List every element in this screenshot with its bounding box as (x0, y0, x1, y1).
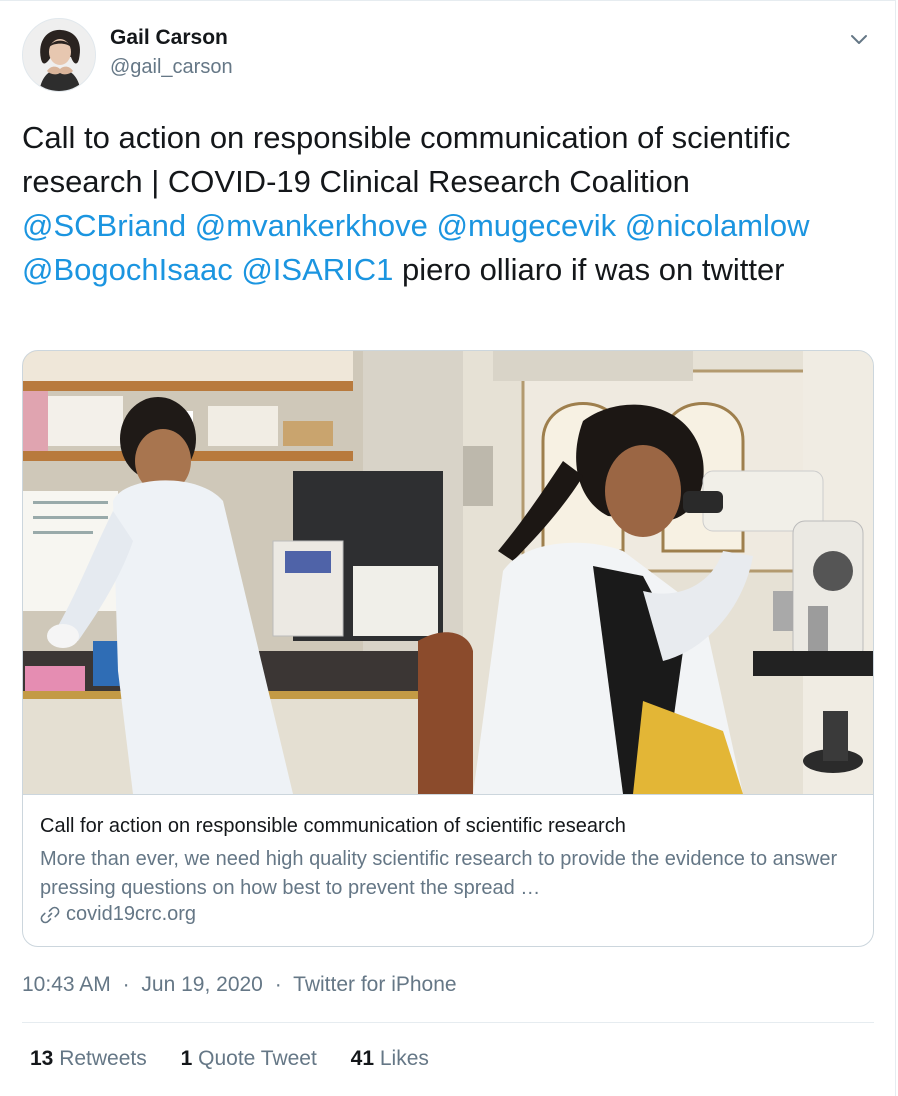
tweet-text-body: Call to action on responsible communicat… (22, 120, 791, 199)
mention-link[interactable]: @ISARIC1 (241, 252, 393, 287)
likes-label: Likes (379, 1047, 429, 1070)
card-divider (23, 794, 873, 795)
card-description: More than ever, we need high quality sci… (40, 848, 838, 899)
retweets-stat[interactable]: 13 Retweets (30, 1047, 147, 1070)
tweet-text: Call to action on responsible communicat… (22, 116, 862, 292)
author-name[interactable]: Gail Carson (110, 26, 228, 50)
mention-link[interactable]: @BogochIsaac (22, 252, 233, 287)
link-icon (40, 906, 60, 923)
likes-count: 41 (350, 1047, 375, 1070)
tweet-time[interactable]: 10:43 AM (22, 973, 111, 996)
tweet-meta: 10:43 AM · Jun 19, 2020 · Twitter for iP… (22, 973, 457, 997)
card-domain-text: covid19crc.org (66, 903, 197, 925)
card-title[interactable]: Call for action on responsible communica… (40, 815, 626, 838)
lab-photo-icon (23, 351, 873, 794)
chevron-down-icon[interactable] (848, 28, 870, 50)
tweet-stats: 13 Retweets 1 Quote Tweet 41 Likes (30, 1047, 457, 1071)
retweets-label: Retweets (59, 1047, 147, 1070)
card-domain[interactable]: covid19crc.org (40, 903, 196, 926)
divider (22, 1022, 874, 1023)
mention-link[interactable]: @mugecevik (436, 208, 616, 243)
likes-stat[interactable]: 41 Likes (351, 1047, 429, 1070)
retweets-count: 13 (30, 1047, 54, 1070)
tweet-date[interactable]: Jun 19, 2020 (141, 973, 262, 996)
mention-link[interactable]: @nicolamlow (625, 208, 810, 243)
author-handle[interactable]: @gail_carson (110, 56, 233, 79)
quote-tweets-stat[interactable]: 1 Quote Tweet (181, 1047, 317, 1070)
meta-separator: · (274, 973, 282, 996)
card-image[interactable] (23, 351, 873, 794)
tweet-source[interactable]: Twitter for iPhone (293, 973, 456, 996)
meta-separator: · (122, 973, 130, 996)
mention-link[interactable]: @mvankerkhove (195, 208, 428, 243)
quote-tweets-label: Quote Tweet (198, 1047, 317, 1070)
mention-link[interactable]: @SCBriand (22, 208, 186, 243)
tweet-text-tail: piero olliaro if was on twitter (393, 252, 785, 287)
quote-tweets-count: 1 (180, 1047, 193, 1070)
profile-photo-icon (23, 19, 95, 91)
avatar[interactable] (22, 18, 96, 92)
link-card[interactable]: Call for action on responsible communica… (22, 350, 874, 947)
